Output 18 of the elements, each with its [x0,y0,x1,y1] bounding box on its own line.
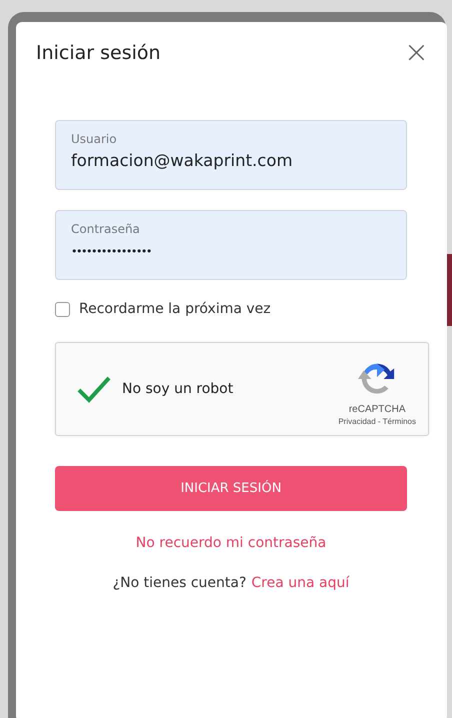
captcha-brand: reCAPTCHA [348,404,406,415]
field-label: Contraseña [71,222,141,236]
checkbox[interactable] [55,302,70,316]
forgot-password-link[interactable]: No recuerdo mi contraseña [136,535,326,551]
field-label: Usuario [71,132,118,146]
close-button[interactable]: × [404,38,429,68]
dialog-title: Iniciar sesión [36,42,161,64]
input-field[interactable]: Usuario formacion@wakaprint.com [55,120,407,190]
field-value: •••••••••••••••• [71,245,151,258]
signup-link[interactable]: Crea una aquí [251,575,350,591]
captcha-checkbox[interactable] [76,375,112,403]
captcha-label: No soy un robot [122,381,234,397]
checkbox-label: Recordarme la próxima vez [79,301,271,317]
login-button[interactable]: INICIAR SESIÓN [55,466,407,511]
field-value: formacion@wakaprint.com [71,151,293,170]
input-field[interactable]: Contraseña •••••••••••••••• [55,210,407,280]
captcha-links[interactable]: Privacidad - Términos [338,417,416,426]
signup-prompt: ¿No tienes cuenta? [112,575,246,591]
